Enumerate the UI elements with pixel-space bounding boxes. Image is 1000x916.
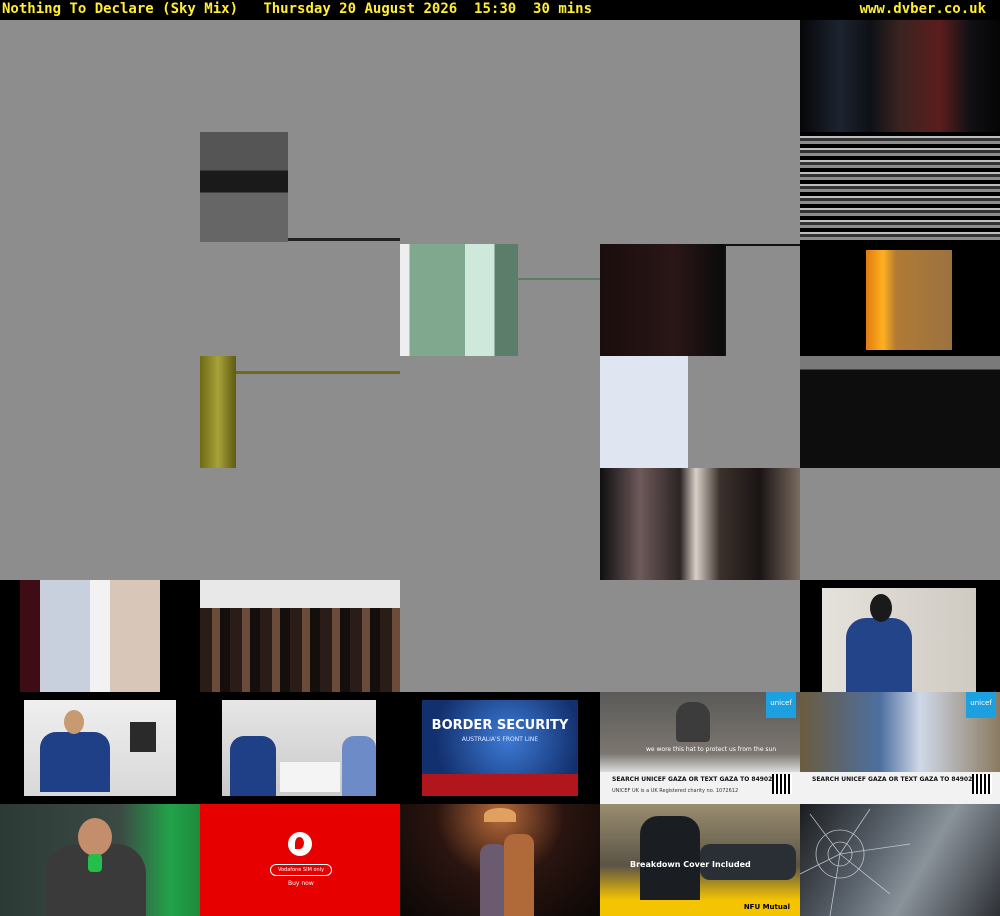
artefact-block: [400, 244, 518, 356]
qr-code-icon: [772, 774, 792, 794]
person-figure: [40, 732, 110, 792]
monitor: [130, 722, 156, 752]
thumbnail-dark: [800, 20, 1000, 132]
thumbnail-couple: [400, 804, 600, 916]
artefact-line: [288, 238, 400, 241]
broadcast-time: Thursday 20 August 2026 15:30 30 mins: [263, 1, 593, 17]
title-bar: Nothing To Declare (Sky Mix) Thursday 20…: [0, 0, 1000, 20]
nfu-headline: Breakdown Cover Included: [630, 860, 751, 869]
thumbnail-fire: [800, 244, 1000, 356]
thumbnail-border-security: BORDER SECURITY AUSTRALIA'S FRONT LINE: [400, 692, 600, 804]
person-figure: [230, 736, 276, 796]
person-figure: [342, 736, 376, 796]
vodafone-logo-icon: [288, 832, 312, 856]
artefact-block: [200, 132, 288, 242]
thumbnail-unicef-ad: unicef we wore this hat to protect us fr…: [600, 692, 800, 804]
nfu-logo: NFU Mutual: [743, 903, 790, 911]
artefact-line: [236, 371, 400, 374]
lower-third: [422, 774, 578, 796]
artefact-line: [518, 278, 600, 280]
donate-cta: SEARCH UNICEF GAZA OR TEXT GAZA TO 84902: [812, 776, 973, 783]
artefact-block: [200, 356, 236, 468]
cracked-glass-icon: [800, 808, 911, 916]
thumbnail-presenter: [0, 804, 200, 916]
programme-title: Nothing To Declare (Sky Mix): [2, 1, 239, 17]
unicef-logo: unicef: [766, 692, 796, 718]
person-figure: [504, 834, 534, 916]
artefact-block: [600, 356, 800, 468]
child-figure: [676, 702, 710, 742]
thumbnail-person: [800, 580, 1000, 692]
artefact-block: [600, 468, 800, 580]
thumbnail-office: [0, 692, 200, 804]
programme-info: Nothing To Declare (Sky Mix) Thursday 20…: [2, 0, 592, 19]
thumbnail-glitch: [800, 132, 1000, 244]
lamp-icon: [484, 808, 516, 822]
qr-code-icon: [972, 774, 992, 794]
thumbnail-gray: [600, 580, 800, 692]
subtitle-text: we wore this hat to protect us from the …: [646, 746, 777, 753]
thumbnail-dark: [800, 356, 1000, 468]
show-title: BORDER SECURITY: [431, 718, 569, 733]
thumbnail-glitch: [200, 580, 400, 692]
thumbnail-vodafone-ad: Vodafone SIM only Buy now: [200, 804, 400, 916]
thumbnail-nfu-ad: Breakdown Cover Included NFU Mutual: [600, 804, 800, 916]
thumbnail-unicef-ad: unicef SEARCH UNICEF GAZA OR TEXT GAZA T…: [800, 692, 1000, 804]
desk: [280, 762, 340, 792]
person-figure: [640, 816, 700, 902]
charity-number: UNICEF UK is a UK Registered charity no.…: [612, 788, 739, 794]
buy-now-text: Buy now: [288, 880, 314, 887]
artefact-block: [724, 244, 800, 356]
thumbnail-gray: [400, 580, 600, 692]
sim-only-pill: Vodafone SIM only: [270, 864, 332, 876]
donate-cta: SEARCH UNICEF GAZA OR TEXT GAZA TO 84902: [612, 776, 773, 783]
site-url[interactable]: www.dvber.co.uk: [860, 0, 986, 19]
thumbnail-office: [200, 692, 400, 804]
artefact-block: [600, 244, 724, 356]
person-head: [870, 594, 892, 622]
thumbnail-grid: BORDER SECURITY AUSTRALIA'S FRONT LINE u…: [0, 20, 1000, 916]
microphone-icon: [88, 854, 102, 872]
thumbnail-glitch: [0, 580, 200, 692]
person-figure: [846, 618, 912, 692]
show-subtitle: AUSTRALIA'S FRONT LINE: [461, 736, 539, 743]
thumbnail-gray: [800, 468, 1000, 580]
unicef-logo: unicef: [966, 692, 996, 718]
thumbnail-shattered-glass: [800, 804, 1000, 916]
